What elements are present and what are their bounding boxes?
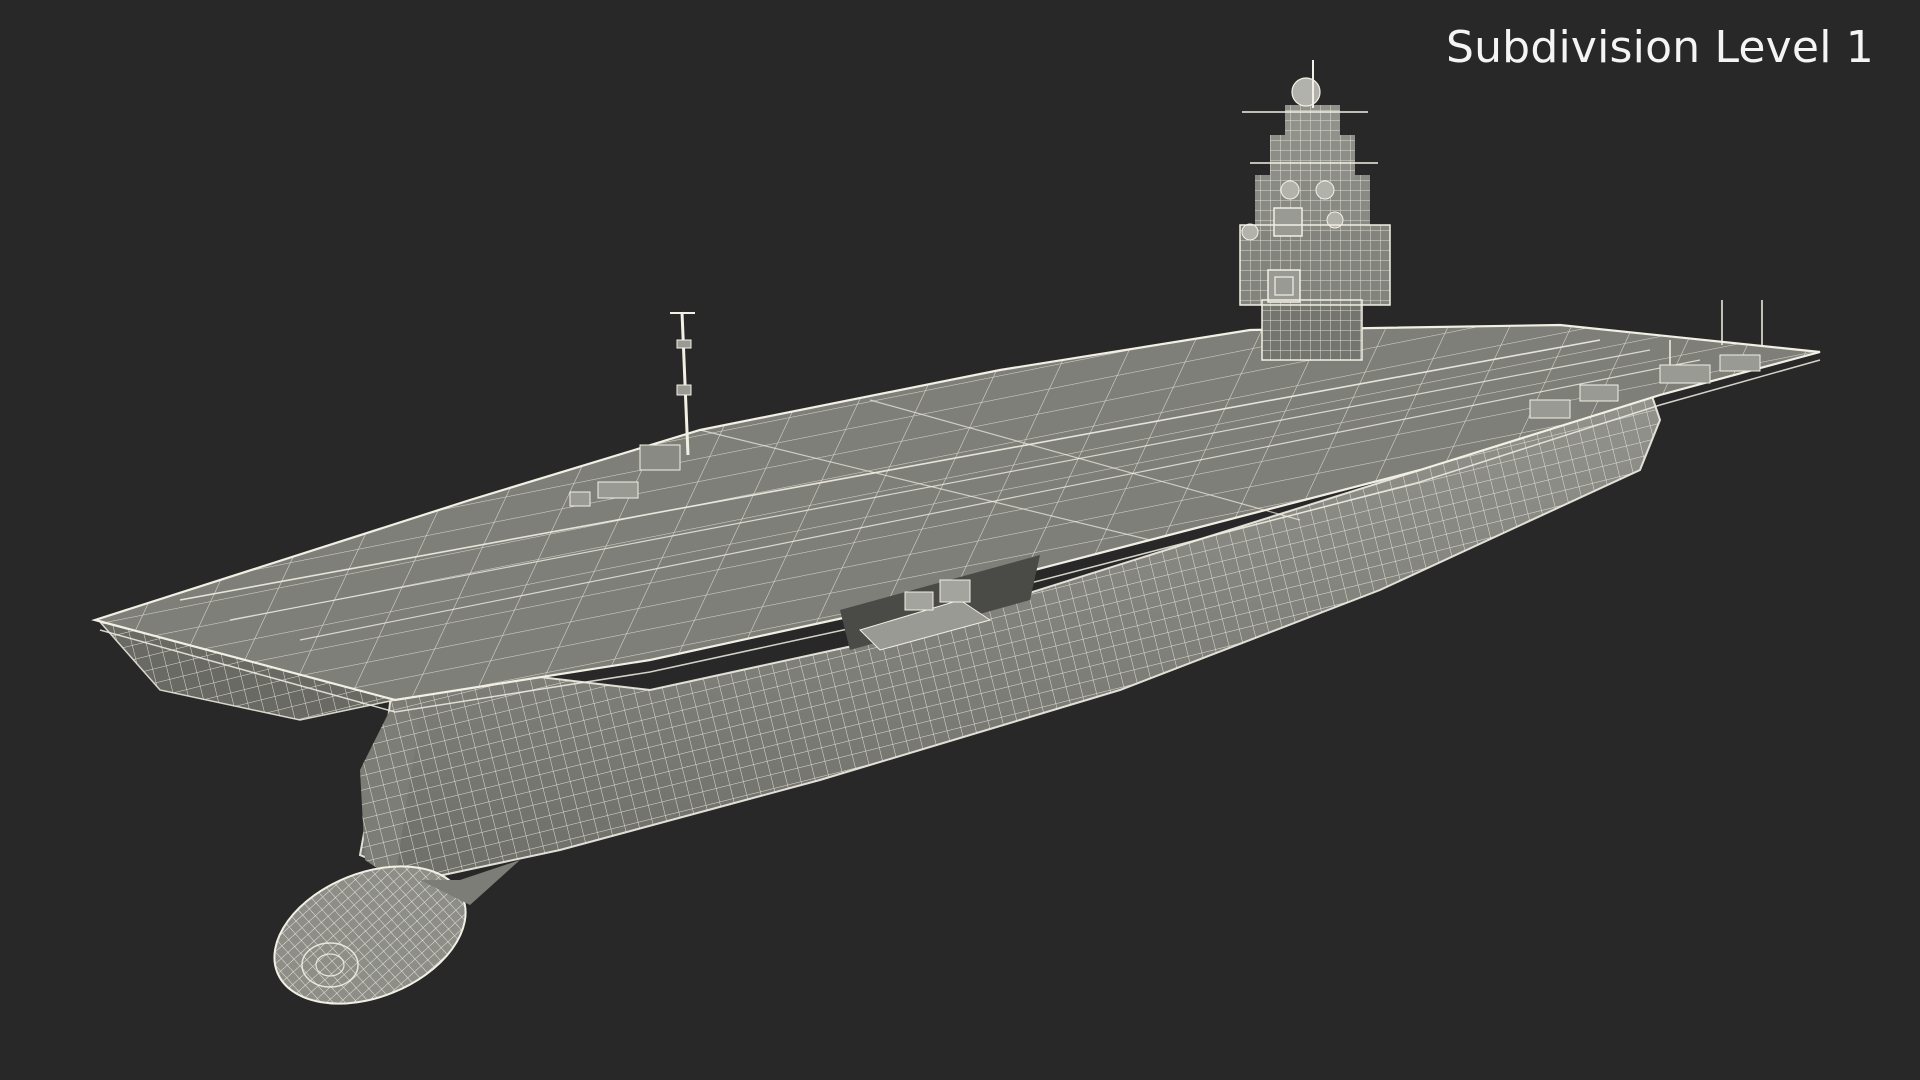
forward-mast	[639, 311, 695, 471]
subdivision-level-label: Subdivision Level 1	[1445, 22, 1874, 73]
island-superstructure	[1239, 60, 1391, 361]
aircraft-carrier-wireframe-render	[91, 60, 1821, 1005]
render-viewport: Subdivision Level 1	[0, 0, 1920, 1080]
bulbous-bow	[273, 860, 520, 1005]
